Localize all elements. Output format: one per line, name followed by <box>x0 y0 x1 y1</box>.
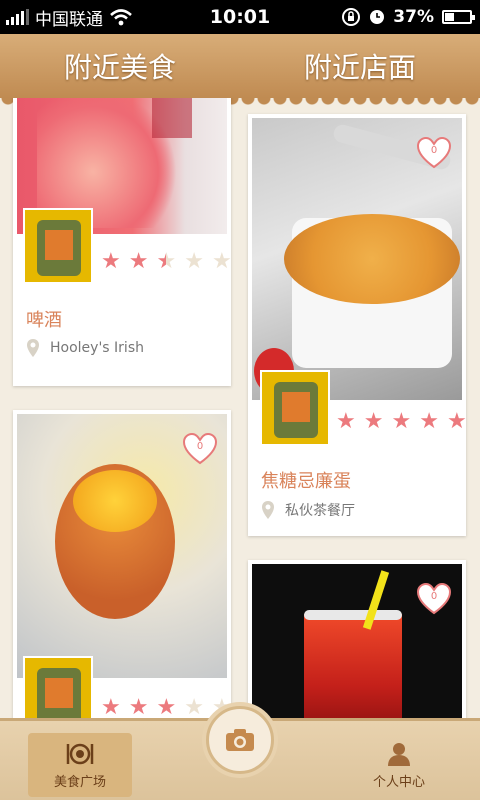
camera-button[interactable] <box>206 706 274 774</box>
star-empty-icon: ★ <box>184 249 204 274</box>
avatar[interactable] <box>23 208 93 284</box>
nav-label: 美食广场 <box>53 774 106 790</box>
food-card[interactable]: 0 ★ ★ ★ ★ ★ 焦糖忌廉蛋 私伙茶餐厅 <box>248 114 467 536</box>
dish-name[interactable]: 焦糖忌廉蛋 <box>261 467 351 493</box>
tab-nearby-food[interactable]: 附近美食 <box>0 34 240 98</box>
camera-icon <box>226 729 254 751</box>
dish-name[interactable]: 啤酒 <box>26 306 62 332</box>
avatar[interactable] <box>23 656 93 718</box>
food-feed[interactable]: ★ ★ ★ ★ ★ 啤酒 Hooley's Irish 0 ★ ★ ★ ★ ★ … <box>0 98 480 718</box>
avatar[interactable] <box>260 370 330 446</box>
location-pin-icon <box>27 339 39 357</box>
nav-food-plaza[interactable]: 美食广场 <box>28 733 132 797</box>
battery-percent: 37% <box>393 7 434 27</box>
plate-cutlery-icon <box>66 743 94 764</box>
battery-icon <box>442 10 475 24</box>
star-full-icon: ★ <box>101 695 121 719</box>
restaurant-location[interactable]: 私伙茶餐厅 <box>261 500 355 520</box>
restaurant-name: Hooley's Irish <box>50 340 144 356</box>
food-card[interactable]: 0 <box>248 560 466 718</box>
star-full-icon: ★ <box>446 409 467 434</box>
tab-nearby-stores[interactable]: 附近店面 <box>240 34 480 98</box>
star-full-icon: ★ <box>363 409 384 434</box>
status-bar: 中国联通 10:01 37% <box>0 0 480 34</box>
star-full-icon: ★ <box>156 695 177 719</box>
nav-label: 个人中心 <box>372 774 425 790</box>
restaurant-location[interactable]: Hooley's Irish <box>26 338 144 358</box>
header: 附近美食 附近店面 <box>0 34 480 106</box>
like-count: 0 <box>430 145 438 156</box>
like-count: 0 <box>196 441 204 452</box>
star-full-icon: ★ <box>336 409 356 434</box>
star-empty-icon: ★ <box>211 249 232 274</box>
person-icon <box>388 742 410 766</box>
food-card[interactable]: 0 ★ ★ ★ ★ ★ <box>13 410 232 719</box>
rating-stars: ★ ★ ★ ★ ★ <box>101 695 232 719</box>
alarm-icon <box>370 10 385 24</box>
star-empty-icon: ★ <box>184 695 204 719</box>
star-full-icon: ★ <box>419 409 439 434</box>
rating-stars: ★ ★ ★ ★ ★ <box>336 411 467 433</box>
food-card[interactable]: ★ ★ ★ ★ ★ 啤酒 Hooley's Irish <box>13 98 232 386</box>
star-full-icon: ★ <box>128 249 149 274</box>
like-count: 0 <box>430 591 438 602</box>
star-full-icon: ★ <box>391 409 412 434</box>
star-half-icon: ★ <box>156 249 177 274</box>
nav-personal-center[interactable]: 个人中心 <box>347 733 451 797</box>
restaurant-name: 私伙茶餐厅 <box>285 503 355 519</box>
rotation-lock-icon <box>342 8 361 26</box>
star-full-icon: ★ <box>101 249 121 274</box>
location-pin-icon <box>262 501 274 519</box>
star-full-icon: ★ <box>128 695 149 719</box>
rating-stars: ★ ★ ★ ★ ★ <box>101 251 232 273</box>
